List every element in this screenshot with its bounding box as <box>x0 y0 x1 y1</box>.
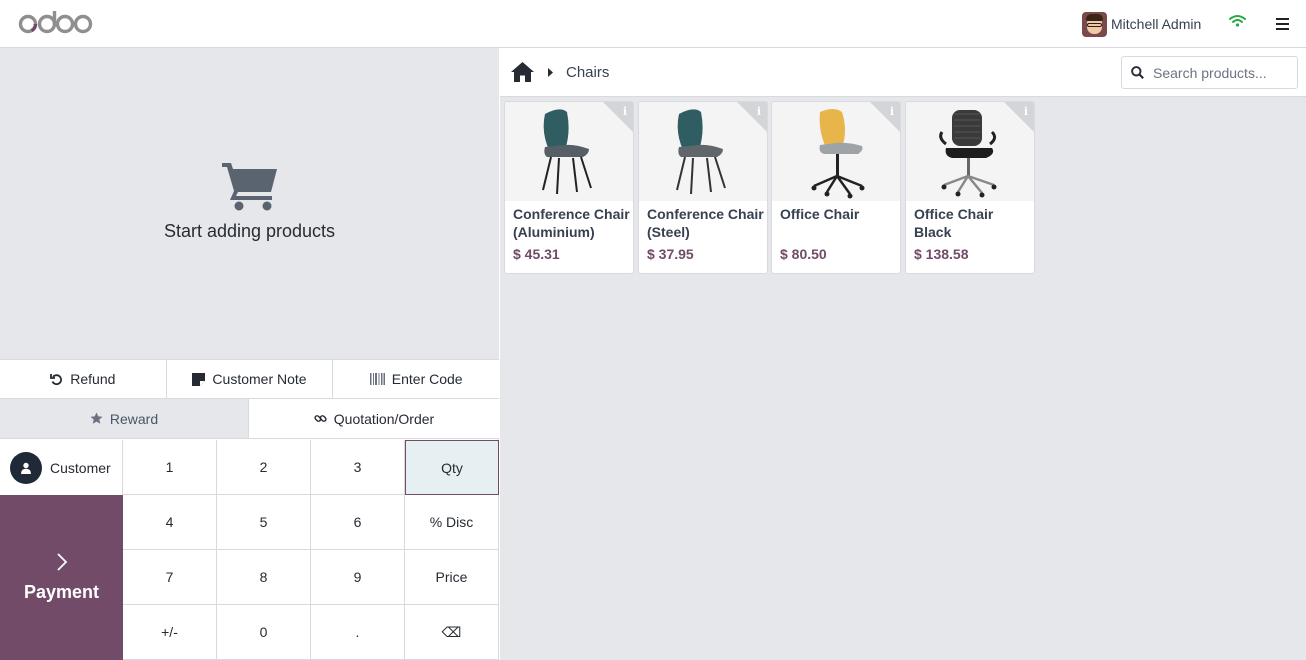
numpad-key-2[interactable]: 2 <box>217 440 311 495</box>
order-empty-area: Start adding products <box>0 48 499 359</box>
search-box <box>1121 56 1298 89</box>
customer-note-label: Customer Note <box>212 371 307 387</box>
enter-code-label: Enter Code <box>391 371 463 387</box>
product-info-corner[interactable] <box>603 102 633 132</box>
breadcrumb-category[interactable]: Chairs <box>566 64 609 81</box>
numpad-key-backspace[interactable]: ⌫ <box>405 605 499 660</box>
sticky-note-icon <box>192 372 206 386</box>
product-info-corner[interactable] <box>870 102 900 132</box>
numpad-mode-price[interactable]: Price <box>405 550 499 605</box>
home-icon[interactable] <box>510 61 535 83</box>
product-card[interactable]: i Conference Chair (Steel) $ 37.95 <box>638 101 768 274</box>
empty-order-message: Start adding products <box>163 221 336 241</box>
customer-label: Customer <box>50 459 111 476</box>
top-bar: odoo Mitchell Admin <box>0 0 1306 48</box>
product-card[interactable]: i Office Chair $ 80.50 <box>771 101 901 274</box>
product-name: Conference Chair (Aluminium) <box>513 206 630 240</box>
enter-code-button[interactable]: Enter Code <box>333 360 499 398</box>
star-icon <box>90 412 103 424</box>
product-info-corner[interactable] <box>737 102 767 132</box>
breadcrumb: Chairs <box>500 48 1306 97</box>
avatar <box>1082 11 1107 37</box>
product-card[interactable]: i Conference Chair (Aluminium) $ 45.31 <box>504 101 634 274</box>
payment-button[interactable]: Payment <box>0 495 123 660</box>
product-price: $ 37.95 <box>647 246 694 262</box>
numpad: 1 2 3 Qty 4 5 6 % Disc 7 8 9 Price +/- 0… <box>123 440 499 660</box>
quotation-order-button[interactable]: Quotation/Order <box>249 399 499 438</box>
info-icon: i <box>622 105 627 118</box>
wifi-icon <box>1229 15 1246 27</box>
search-icon <box>1131 66 1144 79</box>
numpad-key-8[interactable]: 8 <box>217 550 311 605</box>
product-price: $ 80.50 <box>780 246 827 262</box>
info-icon: i <box>889 105 894 118</box>
product-screen: Chairs i Confere <box>500 48 1306 660</box>
numpad-key-0[interactable]: 0 <box>217 605 311 660</box>
numpad-key-7[interactable]: 7 <box>123 550 217 605</box>
numpad-key-6[interactable]: 6 <box>311 495 405 550</box>
numpad-mode-discount[interactable]: % Disc <box>405 495 499 550</box>
refund-button[interactable]: Refund <box>0 360 167 398</box>
info-icon: i <box>756 105 761 118</box>
caret-right-icon <box>548 68 553 77</box>
user-icon <box>10 451 42 484</box>
user-menu[interactable]: Mitchell Admin <box>1082 11 1201 37</box>
order-panel: Start adding products Refund Customer No… <box>0 48 499 660</box>
product-price: $ 138.58 <box>914 246 969 262</box>
link-icon <box>314 415 327 422</box>
hamburger-menu-icon[interactable] <box>1276 18 1289 33</box>
user-name: Mitchell Admin <box>1111 16 1202 32</box>
reward-label: Reward <box>109 410 159 427</box>
odoo-logo: odoo <box>18 11 93 34</box>
product-price: $ 45.31 <box>513 246 560 262</box>
control-buttons-row-2: Reward Quotation/Order <box>0 399 499 439</box>
product-info-corner[interactable] <box>1004 102 1034 132</box>
customer-note-button[interactable]: Customer Note <box>167 360 334 398</box>
info-icon: i <box>1023 105 1028 118</box>
numpad-key-decimal[interactable]: . <box>311 605 405 660</box>
numpad-key-1[interactable]: 1 <box>123 440 217 495</box>
numpad-key-5[interactable]: 5 <box>217 495 311 550</box>
product-card[interactable]: i Office Chair Black $ 138.58 <box>905 101 1035 274</box>
refund-label: Refund <box>70 371 116 387</box>
numpad-key-plus-minus[interactable]: +/- <box>123 605 217 660</box>
numpad-mode-qty[interactable]: Qty <box>405 440 499 495</box>
customer-button[interactable]: Customer <box>0 440 123 495</box>
barcode-icon <box>369 373 385 385</box>
reward-button[interactable]: Reward <box>0 399 249 438</box>
numpad-key-4[interactable]: 4 <box>123 495 217 550</box>
payment-label: Payment <box>23 582 100 602</box>
search-input[interactable] <box>1153 64 1283 81</box>
numpad-key-3[interactable]: 3 <box>311 440 405 495</box>
chevron-right-icon <box>56 553 67 571</box>
cart-icon <box>222 163 277 211</box>
product-name: Conference Chair (Steel) <box>647 206 764 240</box>
undo-icon <box>50 373 63 385</box>
product-name: Office Chair Black <box>914 206 994 240</box>
quotation-order-label: Quotation/Order <box>333 410 435 427</box>
product-name: Office Chair <box>780 206 860 222</box>
numpad-key-9[interactable]: 9 <box>311 550 405 605</box>
control-buttons-row: Refund Customer Note Enter Code <box>0 359 499 399</box>
